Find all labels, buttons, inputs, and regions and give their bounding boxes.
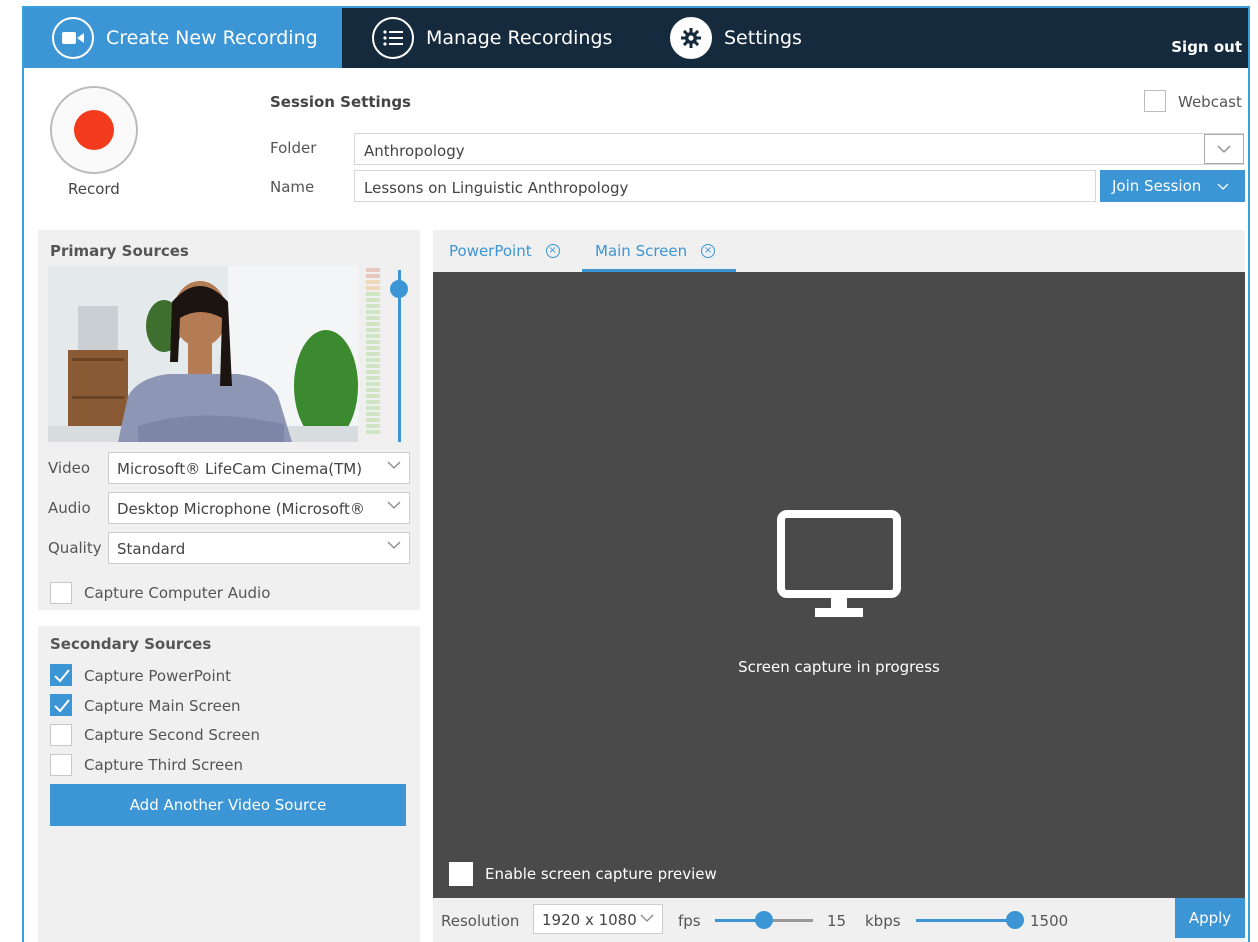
tab-label: Create New Recording — [106, 27, 318, 49]
audio-label: Audio — [48, 499, 91, 517]
folder-value: Anthropology — [364, 142, 465, 160]
checkmark-icon — [54, 699, 70, 713]
join-session-button[interactable]: Join Session — [1100, 170, 1245, 202]
screen-capture-status: Screen capture in progress — [738, 658, 940, 676]
tab-create-new-recording[interactable]: Create New Recording — [24, 8, 342, 68]
kbps-slider-handle[interactable] — [1006, 911, 1024, 929]
name-label: Name — [270, 178, 315, 196]
top-nav: Create New Recording Manage Recordings S… — [24, 8, 1248, 68]
quality-label: Quality — [48, 539, 102, 557]
quality-select[interactable]: Standard — [108, 532, 410, 564]
capture-powerpoint-checkbox[interactable] — [50, 664, 72, 686]
quality-value: Standard — [117, 540, 186, 558]
audio-level-meter — [366, 268, 380, 440]
capture-computer-audio-checkbox[interactable] — [50, 582, 72, 604]
capture-third-screen-label: Capture Third Screen — [84, 756, 244, 774]
volume-slider-handle[interactable] — [390, 280, 408, 298]
capture-main-screen-label: Capture Main Screen — [84, 697, 241, 715]
capture-settings-bar: Resolution 1920 x 1080 fps 15 kbps 1500 … — [433, 898, 1245, 942]
tab-manage-recordings[interactable]: Manage Recordings — [372, 8, 612, 68]
record-button[interactable] — [50, 86, 138, 174]
tab-settings[interactable]: Settings — [670, 8, 802, 68]
capture-computer-audio-label: Capture Computer Audio — [84, 584, 271, 602]
folder-select[interactable]: Anthropology — [354, 133, 1244, 165]
fps-slider-handle[interactable] — [755, 911, 773, 929]
capture-powerpoint-label: Capture PowerPoint — [84, 667, 232, 685]
secondary-sources-title: Secondary Sources — [50, 635, 212, 653]
enable-preview-checkbox[interactable] — [449, 862, 473, 886]
kbps-value: 1500 — [1030, 912, 1069, 930]
session-settings-title: Session Settings — [270, 93, 411, 111]
monitor-icon — [777, 510, 901, 617]
capture-third-screen-checkbox[interactable] — [50, 754, 72, 776]
tab-powerpoint[interactable]: PowerPoint × — [449, 242, 560, 260]
tab-main-screen[interactable]: Main Screen × — [595, 242, 716, 260]
chevron-down-icon — [640, 914, 654, 922]
video-value: Microsoft® LifeCam Cinema(TM) — [117, 460, 363, 478]
name-input[interactable]: Lessons on Linguistic Anthropology — [354, 170, 1096, 202]
webcast-label: Webcast — [1178, 93, 1242, 111]
audio-select[interactable]: Desktop Microphone (Microsoft® — [108, 492, 410, 524]
fps-value: 15 — [827, 912, 847, 930]
close-icon[interactable]: × — [701, 244, 716, 258]
chevron-down-icon — [1217, 145, 1231, 153]
tab-label: PowerPoint — [449, 242, 532, 260]
tab-label: Manage Recordings — [426, 27, 613, 49]
webcast-checkbox[interactable] — [1144, 90, 1166, 112]
gear-icon — [670, 17, 712, 59]
checkmark-icon — [54, 669, 70, 683]
signout-link[interactable]: Sign out — [1171, 38, 1242, 56]
webcam-preview — [48, 266, 358, 442]
camera-icon — [52, 17, 94, 59]
tab-label: Settings — [724, 27, 802, 49]
chevron-down-icon — [1217, 183, 1229, 190]
close-icon[interactable]: × — [545, 244, 560, 258]
tab-label: Main Screen — [595, 242, 688, 260]
resolution-select[interactable]: 1920 x 1080 — [533, 904, 663, 934]
enable-preview-label: Enable screen capture preview — [485, 865, 717, 883]
capture-main-screen-checkbox[interactable] — [50, 694, 72, 716]
app-window: Create New Recording Manage Recordings S… — [22, 6, 1250, 942]
apply-button[interactable]: Apply — [1175, 898, 1245, 938]
folder-label: Folder — [270, 139, 317, 157]
audio-value: Desktop Microphone (Microsoft® — [117, 500, 365, 518]
record-icon — [74, 110, 114, 150]
add-video-source-button[interactable]: Add Another Video Source — [50, 784, 406, 826]
fps-slider-track[interactable] — [767, 919, 813, 922]
preview-tabs: PowerPoint × Main Screen × — [433, 230, 1245, 272]
chevron-down-icon — [387, 461, 401, 469]
record-label: Record — [68, 180, 120, 198]
list-icon — [372, 17, 414, 59]
resolution-value: 1920 x 1080 — [542, 911, 637, 929]
fps-label: fps — [678, 912, 701, 930]
kbps-label: kbps — [865, 912, 901, 930]
capture-second-screen-label: Capture Second Screen — [84, 726, 260, 744]
join-session-label: Join Session — [1112, 177, 1202, 195]
capture-second-screen-checkbox[interactable] — [50, 724, 72, 746]
video-select[interactable]: Microsoft® LifeCam Cinema(TM) — [108, 452, 410, 484]
chevron-down-icon — [387, 541, 401, 549]
resolution-label: Resolution — [441, 912, 520, 930]
video-label: Video — [48, 459, 91, 477]
primary-sources-title: Primary Sources — [50, 242, 189, 260]
folder-dropdown-button[interactable] — [1204, 134, 1244, 164]
chevron-down-icon — [387, 501, 401, 509]
kbps-slider-fill[interactable] — [916, 919, 1016, 922]
screen-preview-area: Screen capture in progress Enable screen… — [433, 272, 1245, 898]
name-value: Lessons on Linguistic Anthropology — [364, 179, 629, 197]
